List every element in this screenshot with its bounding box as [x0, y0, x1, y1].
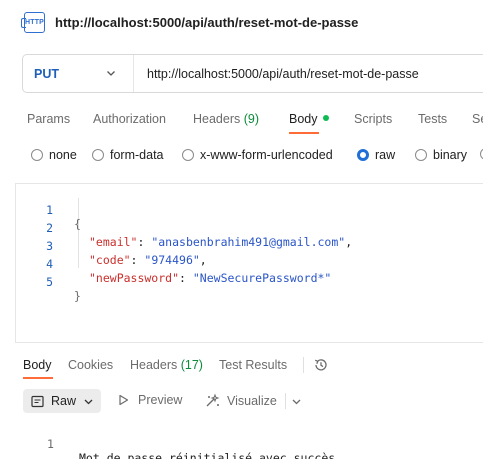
json-comma: ,	[345, 235, 353, 249]
indent-guide	[78, 198, 79, 268]
body-type-binary-label: binary	[433, 148, 468, 162]
request-title[interactable]: http://localhost:5000/api/auth/reset-mot…	[55, 15, 358, 30]
body-type-urlencoded-label: x-www-form-urlencoded	[200, 148, 333, 162]
json-value: "NewSecurePassword*"	[192, 271, 332, 285]
code-line: 4 "newPassword": "NewSecurePassword*"	[16, 243, 331, 285]
body-editor[interactable]: 1 { 2 "email": "anasbenbrahim491@gmail.c…	[15, 183, 483, 343]
active-tab-indicator	[289, 132, 319, 134]
code-text: "email": "anasbenbrahim491@gmail.com",	[89, 235, 353, 249]
body-type-raw-label: raw	[375, 148, 396, 162]
code-text: "code": "974496",	[89, 253, 207, 267]
visualize-button[interactable]: Visualize	[205, 393, 277, 409]
response-format-label: Raw	[51, 394, 77, 408]
radio-binary[interactable]	[415, 149, 427, 161]
body-type-form-data[interactable]: form-data	[92, 148, 164, 162]
divider	[285, 393, 286, 409]
tab-body[interactable]: Body	[289, 112, 329, 126]
json-comma: ,	[199, 253, 207, 267]
url-bar: PUT http://localhost:5000/api/auth/reset…	[22, 54, 483, 93]
chevron-down-icon	[84, 399, 93, 405]
radio-none[interactable]	[31, 149, 43, 161]
divider	[303, 357, 304, 373]
radio-urlencoded[interactable]	[182, 149, 194, 161]
tab-settings[interactable]: Se	[472, 112, 483, 126]
line-number: 1	[47, 437, 54, 451]
code-text: "newPassword": "NewSecurePassword*"	[89, 271, 332, 285]
visualize-icon	[206, 393, 220, 407]
play-icon	[119, 394, 129, 406]
tab-tests[interactable]: Tests	[418, 112, 447, 126]
preview-label: Preview	[138, 393, 183, 407]
code-text: {	[74, 217, 81, 231]
code-text: }	[74, 289, 81, 303]
url-input[interactable]: http://localhost:5000/api/auth/reset-mot…	[147, 67, 419, 81]
http-request-icon: HTTP	[21, 11, 45, 33]
code-line: 1 {	[16, 189, 81, 231]
preview-button[interactable]: Preview	[118, 393, 182, 407]
tab-scripts[interactable]: Scripts	[354, 112, 392, 126]
request-window: HTTP http://localhost:5000/api/auth/rese…	[0, 0, 483, 459]
tab-body-label: Body	[289, 112, 318, 126]
response-tab-test-results[interactable]: Test Results	[219, 358, 287, 372]
body-type-form-data-label: form-data	[110, 148, 164, 162]
json-key: "email"	[89, 235, 138, 249]
json-key: "code"	[89, 253, 131, 267]
code-line: 2 "email": "anasbenbrahim491@gmail.com",	[16, 207, 352, 249]
visualize-label: Visualize	[227, 394, 277, 408]
tab-headers-count: (9)	[243, 112, 260, 126]
radio-form-data[interactable]	[92, 149, 104, 161]
tab-headers[interactable]: Headers (9)	[193, 112, 259, 126]
raw-format-icon	[31, 395, 44, 407]
tab-headers-label: Headers	[193, 112, 241, 126]
body-type-raw[interactable]: raw	[357, 148, 395, 162]
tab-authorization[interactable]: Authorization	[93, 112, 166, 126]
body-type-none[interactable]: none	[31, 148, 77, 162]
json-value: "anasbenbrahim491@gmail.com"	[151, 235, 346, 249]
response-tab-headers-count: (17)	[180, 358, 203, 372]
response-tab-cookies[interactable]: Cookies	[68, 358, 113, 372]
response-body[interactable]: 1 Mot de passe réinitialisé avec succès.	[0, 423, 342, 459]
response-format-select[interactable]: Raw	[23, 389, 101, 413]
radio-raw[interactable]	[357, 149, 369, 161]
body-type-urlencoded[interactable]: x-www-form-urlencoded	[182, 148, 333, 162]
json-value: "974496"	[144, 253, 200, 267]
method-label: PUT	[34, 66, 59, 81]
line-number: 5	[46, 275, 53, 289]
code-line: 5 }	[16, 261, 81, 303]
chevron-down-icon[interactable]	[292, 397, 301, 406]
body-type-binary[interactable]: binary	[415, 148, 467, 162]
body-modified-dot	[322, 115, 329, 121]
json-key: "newPassword"	[89, 271, 180, 285]
response-tab-headers-label: Headers	[130, 358, 178, 372]
tab-params[interactable]: Params	[27, 112, 70, 126]
method-select[interactable]: PUT	[23, 55, 134, 92]
code-line: 3 "code": "974496",	[16, 225, 207, 267]
request-title-row: HTTP http://localhost:5000/api/auth/rese…	[21, 10, 358, 34]
response-message: Mot de passe réinitialisé avec succès.	[79, 451, 343, 459]
response-tab-body[interactable]: Body	[23, 358, 52, 372]
body-type-none-label: none	[49, 148, 77, 162]
response-active-tab-indicator	[23, 377, 53, 379]
response-tab-headers[interactable]: Headers (17)	[130, 358, 203, 372]
chevron-down-icon	[107, 71, 115, 76]
history-icon[interactable]	[313, 357, 329, 373]
